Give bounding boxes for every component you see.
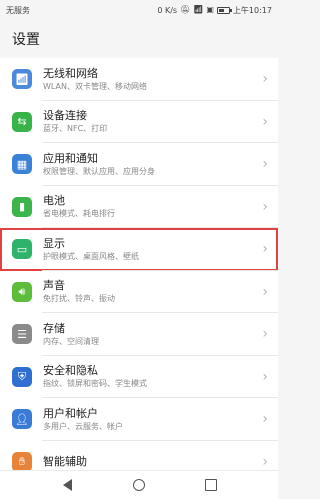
settings-item[interactable]: ▦ 应用和通知 权限管理、默认应用、应用分身 › <box>0 143 278 186</box>
chevron-right-icon: › <box>262 156 268 173</box>
recents-button[interactable] <box>201 475 221 495</box>
settings-item-texts: 应用和通知 权限管理、默认应用、应用分身 <box>43 151 252 178</box>
settings-item-subtitle: 权限管理、默认应用、应用分身 <box>43 166 155 176</box>
battery-icon <box>216 6 232 14</box>
settings-item-title: 声音 <box>43 279 65 293</box>
settings-item[interactable]: 🔊︎ 声音 免打扰、铃声、振动 › <box>0 271 278 314</box>
settings-item-subtitle: 多用户、云服务、帐户 <box>43 421 123 431</box>
settings-item-texts: 安全和隐私 指纹、锁屏和密码、学生模式 <box>43 363 252 390</box>
status-right: 0 K/s 🔕︎ 📶︎ ▣ 上午10:17 <box>157 5 272 16</box>
chevron-right-icon: › <box>262 113 268 130</box>
settings-item-texts: 设备连接 蓝牙、NFC、打印 <box>43 108 252 135</box>
settings-item-title: 应用和通知 <box>43 151 98 165</box>
chevron-right-icon: › <box>262 198 268 215</box>
settings-item-title: 安全和隐私 <box>43 364 98 378</box>
settings-item-texts: 存储 内存、空间清理 <box>43 321 252 348</box>
user-icon: 👤︎ <box>12 409 32 430</box>
security-icon: ⛨ <box>12 366 32 387</box>
settings-item-texts: 智能辅助 <box>43 454 252 469</box>
settings-item-texts: 电池 省电模式、耗电排行 <box>43 193 252 220</box>
network-speed: 0 K/s <box>157 5 178 15</box>
settings-item[interactable]: ▭ 显示 护眼模式、桌面风格、壁纸 › <box>0 228 278 271</box>
settings-item-subtitle: 蓝牙、NFC、打印 <box>43 124 108 134</box>
settings-item-texts: 无线和网络 WLAN、双卡管理、移动网络 <box>43 66 252 93</box>
settings-item-title: 设备连接 <box>43 109 87 123</box>
navigation-bar <box>0 470 278 499</box>
settings-list: 📶︎ 无线和网络 WLAN、双卡管理、移动网络 › ⇆ 设备连接 蓝牙、NFC、打印 › ▦ 应用… <box>0 58 278 483</box>
settings-item-title: 智能辅助 <box>43 455 87 469</box>
settings-item-title: 存储 <box>43 321 65 335</box>
home-icon <box>133 479 145 491</box>
settings-item-title: 无线和网络 <box>43 66 98 80</box>
chevron-right-icon: › <box>262 241 268 258</box>
display-icon: ▭ <box>12 239 32 260</box>
settings-item-subtitle: 护眼模式、桌面风格、壁纸 <box>43 251 139 261</box>
apps-icon: ▦ <box>12 154 32 175</box>
wifi-icon: 📶︎ <box>193 5 204 14</box>
settings-item-title: 显示 <box>43 236 65 250</box>
settings-item-title: 电池 <box>43 194 65 208</box>
settings-item[interactable]: ⇆ 设备连接 蓝牙、NFC、打印 › <box>0 101 278 144</box>
chevron-right-icon: › <box>262 411 268 428</box>
chevron-right-icon: › <box>262 326 268 343</box>
settings-item-texts: 显示 护眼模式、桌面风格、壁纸 <box>43 236 252 263</box>
chevron-right-icon: › <box>262 368 268 385</box>
settings-item-subtitle: 指纹、锁屏和密码、学生模式 <box>43 379 147 389</box>
home-button[interactable] <box>129 475 149 495</box>
assist-icon: ✋︎ <box>12 451 32 472</box>
device-connect-icon: ⇆ <box>12 111 32 132</box>
settings-item-subtitle: 省电模式、耗电排行 <box>43 209 115 219</box>
settings-item-texts: 声音 免打扰、铃声、振动 <box>43 278 252 305</box>
chevron-right-icon: › <box>262 453 268 470</box>
time-label: 上午10:17 <box>232 5 272 15</box>
status-bar: 无服务 0 K/s 🔕︎ 📶︎ ▣ 上午10:17 <box>0 0 278 20</box>
settings-item-title: 用户和帐户 <box>43 406 98 420</box>
back-button[interactable] <box>57 475 77 495</box>
sound-icon: 🔊︎ <box>12 281 32 302</box>
settings-item[interactable]: ☰ 存储 内存、空间清理 › <box>0 313 278 356</box>
carrier-label: 无服务 <box>6 5 30 15</box>
page-title: 设置 <box>12 32 40 48</box>
chevron-right-icon: › <box>262 71 268 88</box>
settings-item-subtitle: 免打扰、铃声、振动 <box>43 294 115 304</box>
chevron-right-icon: › <box>262 283 268 300</box>
battery-icon: ▮ <box>12 196 32 217</box>
settings-item[interactable]: 👤︎ 用户和帐户 多用户、云服务、帐户 › <box>0 398 278 441</box>
sim-icon: ▣ <box>206 5 214 14</box>
recents-icon <box>205 479 217 491</box>
mute-icon: 🔕︎ <box>180 5 191 14</box>
storage-icon: ☰ <box>12 324 32 345</box>
settings-item-texts: 用户和帐户 多用户、云服务、帐户 <box>43 406 252 433</box>
settings-item[interactable]: ⛨ 安全和隐私 指纹、锁屏和密码、学生模式 › <box>0 356 278 399</box>
network-icon: 📶︎ <box>12 69 32 90</box>
settings-item-subtitle: 内存、空间清理 <box>43 336 99 346</box>
settings-item[interactable]: ▮ 电池 省电模式、耗电排行 › <box>0 186 278 229</box>
battery-level <box>218 8 224 12</box>
back-icon <box>62 479 72 491</box>
settings-item-subtitle: WLAN、双卡管理、移动网络 <box>43 81 148 91</box>
settings-item[interactable]: 📶︎ 无线和网络 WLAN、双卡管理、移动网络 › <box>0 58 278 101</box>
